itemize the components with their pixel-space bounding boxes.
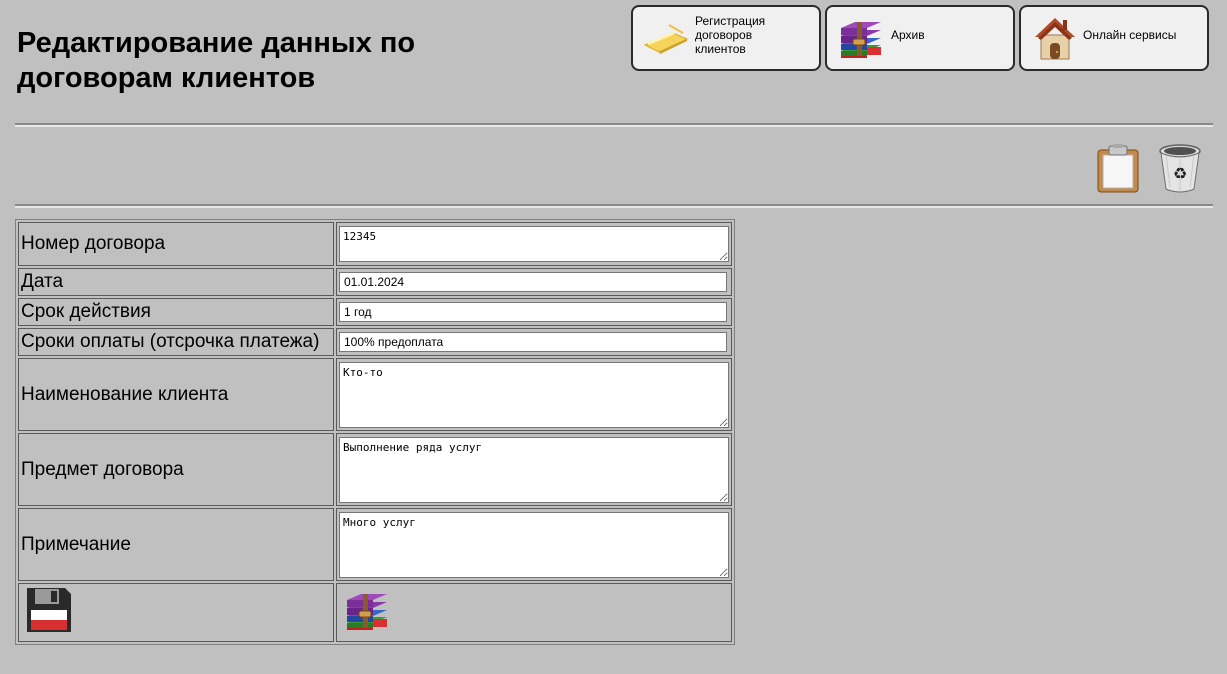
floppy-disk-icon [25, 588, 73, 638]
page-title: Редактирование данных по договорам клиен… [17, 27, 416, 94]
archive-books-icon [343, 594, 391, 635]
validity-field[interactable] [339, 302, 727, 322]
note-label: Примечание [18, 508, 334, 581]
save-cell [18, 583, 334, 642]
archive-action-button[interactable] [343, 589, 391, 636]
archive-button[interactable]: Архив [825, 5, 1015, 71]
register-contracts-label: Регистрация договоров клиентов [695, 14, 766, 56]
online-services-label: Онлайн сервисы [1083, 28, 1177, 42]
row-payment-terms: Сроки оплаты (отсрочка платежа) [18, 328, 732, 356]
contract-number-cell: 12345 [336, 222, 732, 266]
validity-label: Срок действия [18, 298, 334, 326]
row-subject: Предмет договора Выполнение ряда услуг [18, 433, 732, 506]
note-field[interactable]: Много услуг [339, 511, 729, 578]
save-button[interactable] [25, 586, 73, 639]
divider-top [15, 123, 1213, 127]
payment-terms-label: Сроки оплаты (отсрочка платежа) [18, 328, 334, 356]
row-note: Примечание Много услуг [18, 508, 732, 581]
contract-number-field[interactable]: 12345 [339, 226, 729, 262]
subject-cell: Выполнение ряда услуг [336, 433, 732, 506]
row-client-name: Наименование клиента Кто-то [18, 358, 732, 431]
row-date: Дата [18, 268, 732, 296]
subject-label: Предмет договора [18, 433, 334, 506]
archive-cell [336, 583, 732, 642]
validity-cell [336, 298, 732, 326]
subject-field[interactable]: Выполнение ряда услуг [339, 436, 729, 503]
house-icon [1033, 15, 1077, 61]
contract-edit-form: Номер договора 12345 Дата Срок действия … [15, 219, 735, 645]
payment-terms-field[interactable] [339, 332, 727, 352]
client-name-label: Наименование клиента [18, 358, 334, 431]
date-field[interactable] [339, 272, 727, 292]
divider-bottom [15, 204, 1213, 208]
payment-terms-cell [336, 328, 732, 356]
row-contract-number: Номер договора 12345 [18, 222, 732, 266]
client-name-field[interactable]: Кто-то [339, 361, 729, 428]
row-validity: Срок действия [18, 298, 732, 326]
contract-number-label: Номер договора [18, 222, 334, 266]
clipboard-icon[interactable] [1096, 144, 1140, 199]
row-actions [18, 583, 732, 642]
recycle-bin-icon[interactable]: ♻ [1158, 143, 1202, 200]
online-services-button[interactable]: Онлайн сервисы [1019, 5, 1209, 71]
archive-books-icon [837, 17, 885, 59]
client-name-cell: Кто-то [336, 358, 732, 431]
date-label: Дата [18, 268, 334, 296]
register-contracts-button[interactable]: Регистрация договоров клиентов [631, 5, 821, 71]
note-cell: Много услуг [336, 508, 732, 581]
contract-pen-icon [643, 21, 689, 55]
svg-text:♻: ♻ [1173, 164, 1187, 183]
archive-label: Архив [891, 28, 925, 42]
date-cell [336, 268, 732, 296]
